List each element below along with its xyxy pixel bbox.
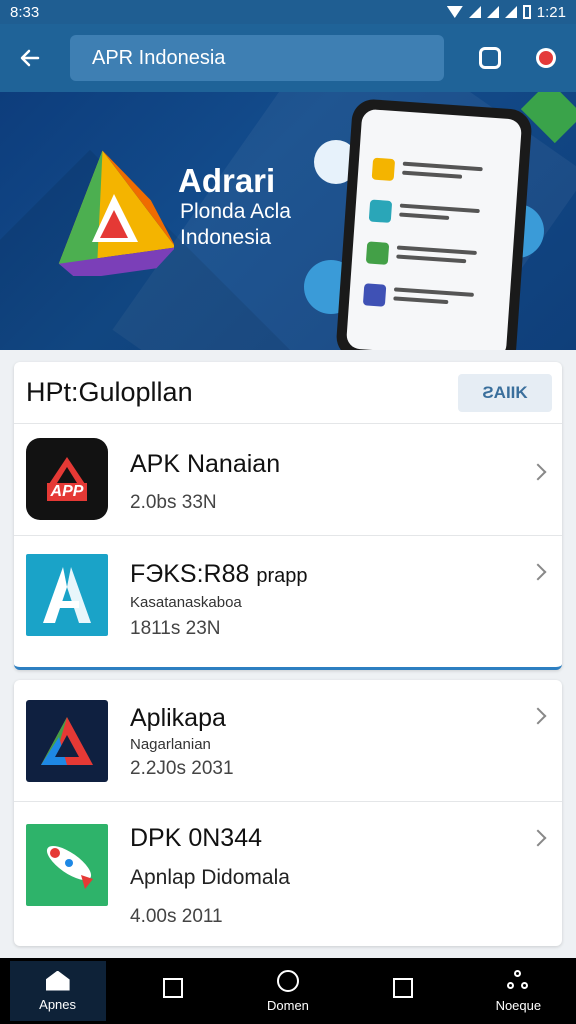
circle-icon [276, 969, 299, 992]
status-icons: 1:21 [446, 3, 566, 21]
see-all-button[interactable]: ƧAIIK [458, 373, 552, 412]
notification-button[interactable] [520, 32, 572, 84]
app-logo-label: APP [46, 483, 88, 501]
search-input[interactable]: APR Indonesia [70, 35, 444, 81]
app-name: APK Nanaian [130, 450, 281, 478]
signal-icon-2 [486, 6, 499, 18]
signal-icon-3 [504, 6, 517, 18]
nav-item-apps[interactable]: Apnes [9, 961, 106, 1021]
a-logo-icon [26, 554, 108, 636]
chevron-right-icon [529, 463, 547, 481]
nav-label: Domen [267, 997, 309, 1013]
app-description: Kasatanaskaboa [130, 594, 242, 611]
status-bar: 8:33 1:21 [0, 0, 576, 24]
app-meta: 2.0bs 33N [130, 492, 217, 513]
back-button[interactable] [0, 24, 60, 92]
section-title: HPt:Gulopllan [26, 377, 193, 407]
nav-item-domen[interactable]: Domen [240, 961, 336, 1021]
app-name: DPK 0N344 [130, 824, 263, 852]
phone-illustration [335, 98, 533, 350]
nav-label: Noeque [495, 997, 542, 1013]
list-item[interactable]: FЭKS:R88 prapp Kasatanaskaboa 1811s 23N [14, 536, 562, 648]
app-bar: APR Indonesia [0, 24, 576, 92]
banner-subtitle: Plonda Acla [180, 200, 291, 223]
chevron-right-icon [529, 707, 547, 725]
nav-label: Apnes [39, 996, 77, 1012]
section-header: HPt:Gulopllan ƧAIIK [14, 362, 562, 424]
app-list-card-2: Aplikapa Nagarlanian 2.2J0s 2031 DPK 0N3… [14, 680, 562, 946]
nav-item-square-2[interactable] [355, 961, 451, 1021]
app-name: FЭKS:R88 prapp [130, 560, 308, 589]
list-item[interactable]: DPK 0N344 Apnlap Didomala 4.00s 2011 [14, 802, 562, 946]
chevron-right-icon [529, 829, 547, 847]
arrow-left-icon [20, 49, 40, 67]
app-list-card: HPt:Gulopllan ƧAIIK APP APK Nanaian 2.0b… [14, 362, 562, 670]
wifi-icon [446, 6, 463, 18]
bottom-navigation: Apnes Domen Noeque [0, 958, 576, 1024]
square-icon [393, 978, 414, 998]
app-meta: 4.00s 2011 [130, 906, 223, 927]
brand-logo-icon [48, 146, 176, 280]
app-description: Nagarlanian [130, 736, 211, 753]
banner-title: Adrari [178, 162, 276, 199]
signal-icon [468, 6, 481, 18]
rocket-logo-icon [26, 824, 108, 906]
home-icon [45, 970, 70, 991]
app-logo-icon: APP [26, 438, 108, 520]
status-clock: 1:21 [536, 3, 566, 21]
search-input-value: APR Indonesia [92, 46, 226, 69]
nav-item-square[interactable] [125, 961, 221, 1021]
promo-banner[interactable]: Adrari Plonda Acla Indonesia [0, 92, 576, 350]
nav-item-noeque[interactable]: Noeque [470, 961, 566, 1021]
app-meta: 2.2J0s 2031 [130, 758, 234, 779]
app-meta: 1811s 23N [130, 618, 221, 639]
list-item[interactable]: Aplikapa Nagarlanian 2.2J0s 2031 [14, 680, 562, 802]
square-icon [162, 978, 183, 998]
app-description: Apnlap Didomala [130, 866, 290, 889]
app-name: Aplikapa [130, 704, 226, 732]
triangle-logo-icon [26, 700, 108, 782]
chevron-right-icon [529, 563, 547, 581]
app-name-suffix: prapp [256, 565, 308, 587]
battery-icon [522, 5, 531, 19]
status-time: 8:33 [10, 3, 40, 21]
list-item[interactable]: APP APK Nanaian 2.0bs 33N [14, 424, 562, 536]
banner-subtitle-2: Indonesia [180, 226, 272, 249]
network-icon [507, 969, 529, 992]
app-name-text: FЭKS:R88 [130, 560, 250, 588]
share-icon [479, 47, 501, 69]
location-pin-icon [539, 51, 553, 65]
share-button[interactable] [464, 32, 516, 84]
